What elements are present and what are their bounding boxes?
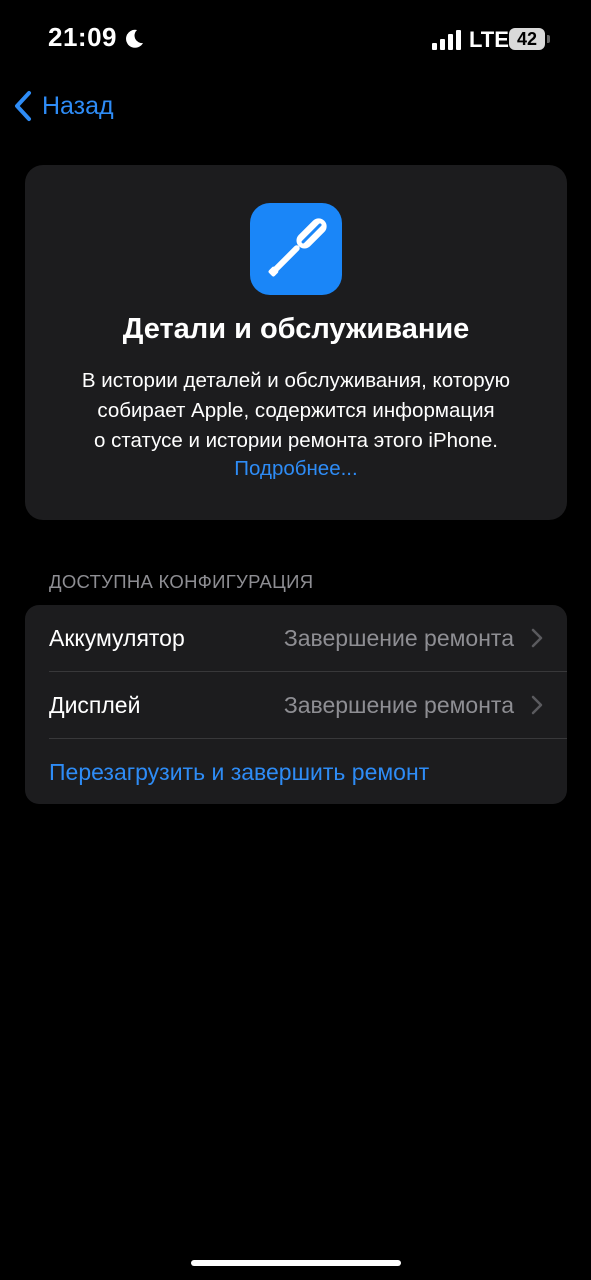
status-time: 21:09 [48,22,117,52]
card-description: В истории деталей и обслуживания, котору… [45,366,547,456]
section-header: ДОСТУПНА КОНФИГУРАЦИЯ [49,571,314,592]
description-line: В истории деталей и обслуживания, котору… [81,369,511,392]
chevron-right-icon [531,695,543,715]
screwdriver-icon [250,203,342,295]
row-value: Завершение ремонта [283,625,514,651]
description-line: собирает Apple, содержится информация [97,399,495,422]
description-line: о статусе и истории ремонта этого iPhone… [94,429,498,452]
list-row-display[interactable]: Дисплей Завершение ремонта [25,672,567,738]
battery-cap [547,35,550,43]
chevron-left-icon [15,91,31,121]
moon-icon [126,29,143,48]
battery-icon: 42 [509,28,545,50]
status-bar: 21:09 LTE 42 [0,0,591,80]
signal-icon [432,30,461,50]
configuration-list: Аккумулятор Завершение ремонта Дисплей З… [25,605,567,804]
row-divider [49,738,567,739]
chevron-right-icon [531,628,543,648]
battery-level: 42 [516,29,538,49]
back-label: Назад [42,91,114,120]
parts-service-card: Детали и обслуживание В истории деталей … [25,165,567,520]
network-label: LTE [469,27,509,52]
home-indicator[interactable] [191,1260,401,1266]
back-button[interactable]: Назад [12,86,114,126]
row-label: Аккумулятор [49,625,185,651]
page-title: Детали и обслуживание [122,313,470,345]
row-label: Дисплей [49,692,141,718]
restart-finish-repair-button[interactable]: Перезагрузить и завершить ремонт [49,759,429,786]
row-value: Завершение ремонта [283,692,514,718]
list-row-battery[interactable]: Аккумулятор Завершение ремонта [25,605,567,671]
learn-more-link[interactable]: Подробнее... [25,457,567,481]
